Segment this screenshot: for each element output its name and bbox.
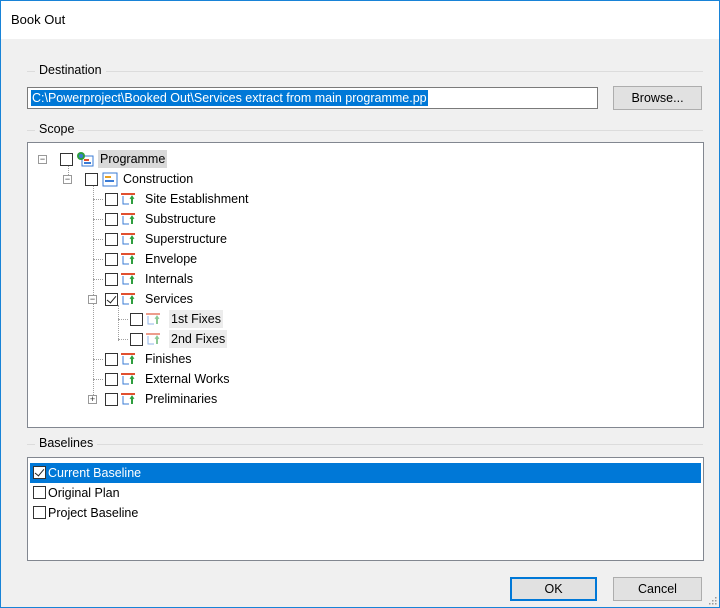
substructure-checkbox[interactable] [105,213,118,226]
construction-checkbox[interactable] [85,173,98,186]
baseline-item[interactable]: Current Baseline [30,463,701,483]
tree-node-label: Envelope [145,252,198,266]
destination-path-text: C:\Powerproject\Booked Out\Services extr… [31,90,428,106]
programme-icon [102,172,118,187]
tree-node-superstructure[interactable]: Superstructure [28,230,698,248]
dialog-title: Book Out [11,12,66,27]
tree-node-label: 1st Fixes [169,310,224,328]
tree-node-label: Site Establishment [145,192,249,206]
superstructure-checkbox[interactable] [105,233,118,246]
tree-node-construction[interactable]: − Construction [28,170,698,188]
resize-grip-icon[interactable] [707,595,717,605]
task-bars-icon [121,193,135,205]
task-bars-icon [121,273,135,285]
cancel-button[interactable]: Cancel [613,577,702,601]
collapse-icon[interactable]: − [63,175,72,184]
tree-node-preliminaries[interactable]: + Preliminaries [28,390,698,408]
tree-node-envelope[interactable]: Envelope [28,250,698,268]
1st-fixes-checkbox[interactable] [130,313,143,326]
scope-tree[interactable]: − Programme − Construction Site Establis… [27,142,704,428]
tree-node-2nd-fixes[interactable]: 2nd Fixes [28,330,698,348]
tree-node-label: Services [145,292,193,306]
envelope-checkbox[interactable] [105,253,118,266]
baselines-group-label: Baselines [35,436,98,450]
destination-group-label: Destination [35,63,106,77]
scope-group-label: Scope [35,122,79,136]
book-out-dialog: Book Out Destination C:\Powerproject\Boo… [0,0,720,608]
programme-checkbox[interactable] [60,153,73,166]
tree-node-label: Internals [145,272,193,286]
task-bars-icon [121,293,135,305]
collapse-icon[interactable]: − [88,295,97,304]
tree-node-finishes[interactable]: Finishes [28,350,698,368]
task-bars-icon [121,353,135,365]
baseline-checkbox[interactable] [33,506,46,519]
tree-node-internals[interactable]: Internals [28,270,698,288]
task-bars-icon [121,373,135,385]
tree-node-label: External Works [145,372,230,386]
task-bars-icon [146,333,160,345]
internals-checkbox[interactable] [105,273,118,286]
ok-button[interactable]: OK [510,577,597,601]
tree-node-label: Programme [98,150,168,168]
tree-node-site-establishment[interactable]: Site Establishment [28,190,698,208]
tree-node-label: Superstructure [145,232,227,246]
2nd-fixes-checkbox[interactable] [130,333,143,346]
task-bars-icon [121,213,135,225]
browse-button[interactable]: Browse... [613,86,702,110]
tree-node-1st-fixes[interactable]: 1st Fixes [28,310,698,328]
finishes-checkbox[interactable] [105,353,118,366]
task-bars-icon [121,233,135,245]
task-bars-icon [121,253,135,265]
tree-node-label: Finishes [145,352,192,366]
destination-path-input[interactable]: C:\Powerproject\Booked Out\Services extr… [27,87,598,109]
baselines-group-line [27,444,703,445]
tree-node-external-works[interactable]: External Works [28,370,698,388]
baseline-item[interactable]: Original Plan [30,483,701,503]
site-establishment-checkbox[interactable] [105,193,118,206]
task-bars-icon [121,393,135,405]
collapse-icon[interactable]: − [38,155,47,164]
tree-node-label: 2nd Fixes [169,330,228,348]
tree-node-label: Preliminaries [145,392,218,406]
destination-group-line [27,71,703,72]
baseline-label: Project Baseline [48,506,139,520]
tree-node-label: Construction [123,172,194,186]
baseline-label: Current Baseline [48,466,142,480]
tree-node-substructure[interactable]: Substructure [28,210,698,228]
baseline-checkbox[interactable] [33,466,46,479]
tree-node-programme[interactable]: − Programme [28,150,698,168]
preliminaries-checkbox[interactable] [105,393,118,406]
title-bar: Book Out [1,1,719,39]
services-checkbox[interactable] [105,293,118,306]
tree-node-label: Substructure [145,212,216,226]
task-bars-icon [146,313,160,325]
baselines-list[interactable]: Current Baseline Original Plan Project B… [27,457,704,561]
baseline-label: Original Plan [48,486,120,500]
baseline-checkbox[interactable] [33,486,46,499]
programme-icon [77,152,94,167]
external-works-checkbox[interactable] [105,373,118,386]
scope-group-line [27,130,703,131]
tree-node-services[interactable]: − Services [28,290,698,308]
baseline-item[interactable]: Project Baseline [30,503,701,523]
expand-icon[interactable]: + [88,395,97,404]
